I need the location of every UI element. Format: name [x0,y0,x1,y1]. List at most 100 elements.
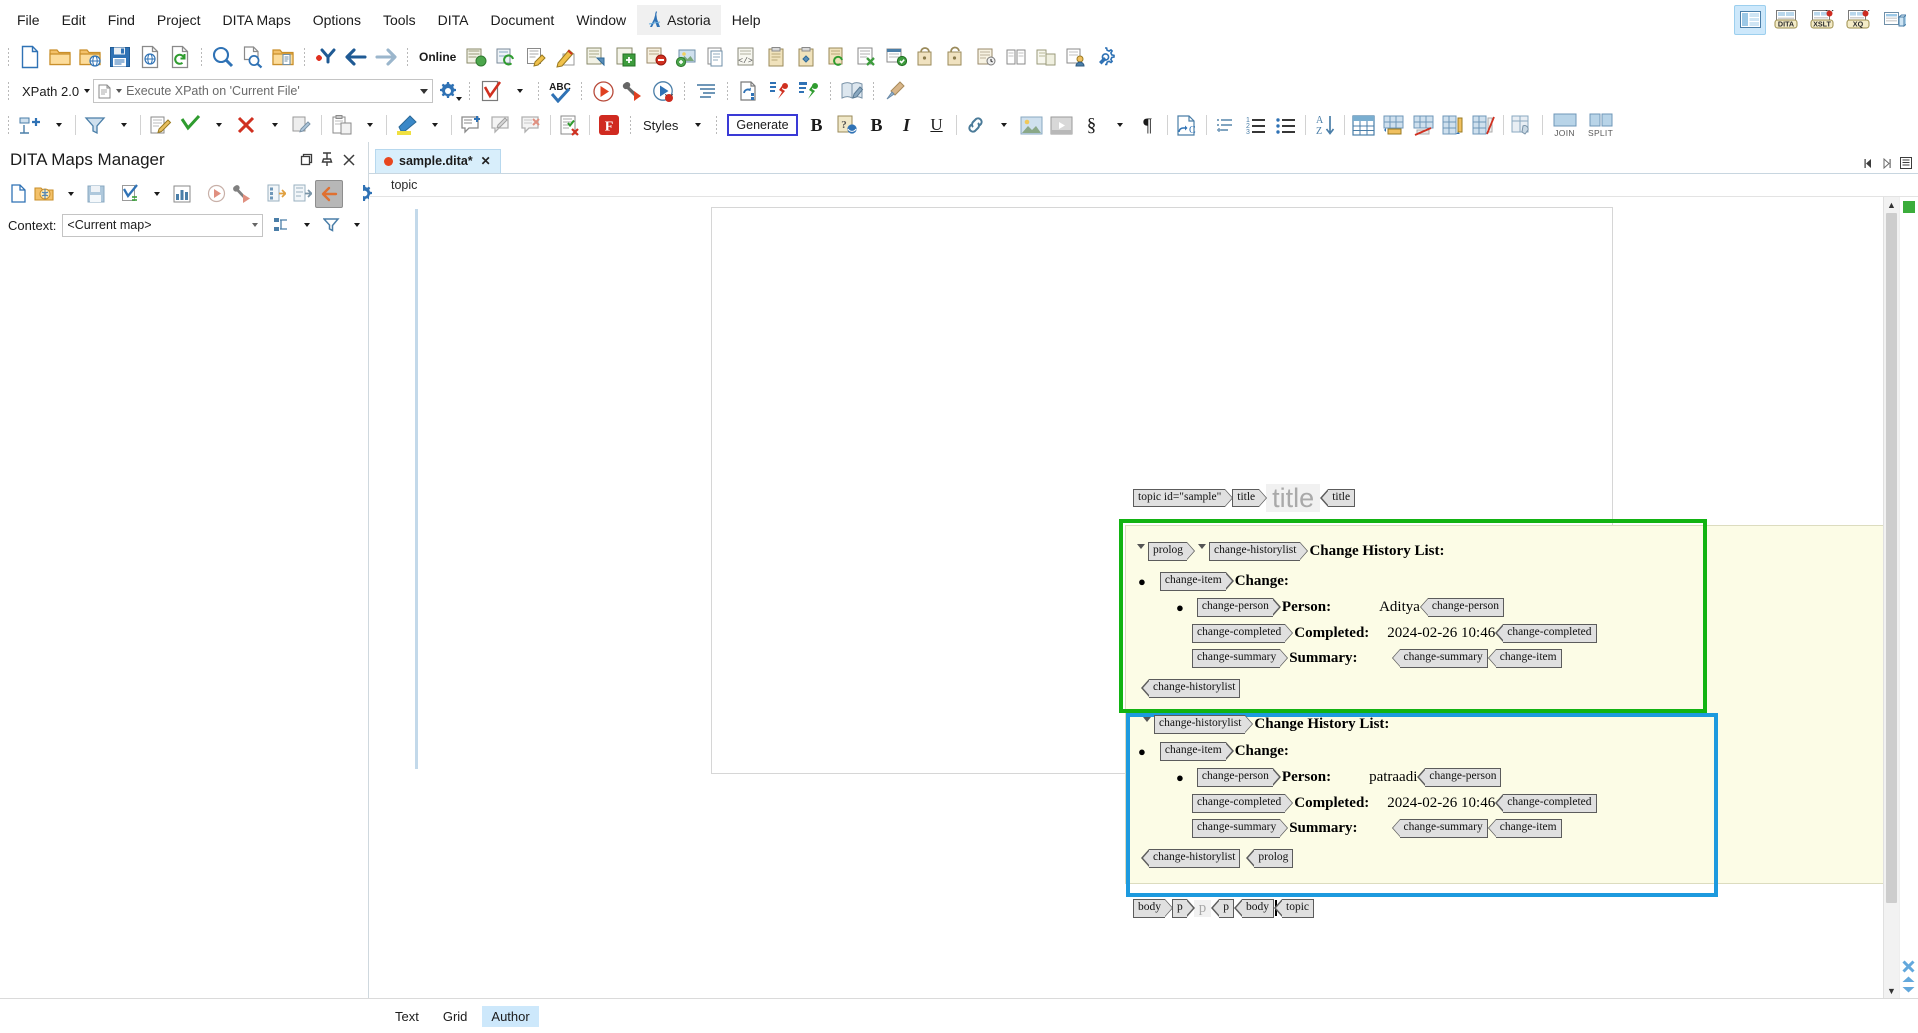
doc-body-line[interactable]: body p p p body topic [1133,899,1314,918]
broom-toolbar-grip[interactable] [870,80,878,102]
add-bookmark-green-icon[interactable] [794,77,824,105]
rail-close-icon[interactable] [1901,959,1916,974]
menu-item-window[interactable]: Window [565,8,637,32]
tag-change-historylist-open[interactable]: change-historylist [1209,542,1309,561]
spell-toolbar-grip[interactable] [535,80,543,102]
blue-completed-line[interactable]: change-completed Completed: 2024-02-26 1… [1192,794,1597,813]
blue-person-line[interactable]: ● change-person Person: patraadi change-… [1176,768,1502,787]
link-icon[interactable] [961,111,991,139]
help-bold-icon[interactable]: ? [832,111,862,139]
refactor-toolbar-grip[interactable] [724,80,732,102]
filter-map-dropdown[interactable] [349,211,363,239]
menu-item-file[interactable]: File [6,8,51,32]
definition-list-icon[interactable] [1211,111,1241,139]
link-dropdown[interactable] [991,111,1017,139]
spell-check-icon[interactable]: ABC [545,77,575,105]
tag-change-item-open[interactable]: change-item [1159,572,1234,591]
tag-change-person-open[interactable]: change-person [1196,768,1281,787]
filter-icon[interactable] [80,111,110,139]
xpath-toolbar-grip[interactable] [5,80,12,102]
filter-map-icon[interactable] [319,214,343,236]
insert-image-icon[interactable] [1017,111,1047,139]
tag-change-item-close[interactable]: change-item [1487,649,1562,668]
configure-transform-icon[interactable] [618,77,648,105]
astoria-settings-icon[interactable] [1091,43,1121,71]
xpath-version-selector[interactable]: XPath 2.0 [15,84,93,99]
strong-icon[interactable]: B [862,111,892,139]
xpath-scope-icon[interactable] [98,84,111,99]
highlight-icon[interactable] [391,111,421,139]
copy-change-icon[interactable] [287,111,317,139]
save-icon[interactable] [105,43,135,71]
tag-p-open[interactable]: p [1172,899,1195,918]
tag-change-historylist-close[interactable]: change-historylist [1140,849,1241,868]
astoria-clipboard-refresh-icon[interactable] [821,43,851,71]
tag-change-completed-close[interactable]: change-completed [1495,624,1597,643]
save-remote-icon[interactable] [135,43,165,71]
breadcrumb-item-topic[interactable]: topic [391,178,417,192]
astoria-clipboard-icon[interactable] [761,43,791,71]
format-toolbar-grip[interactable] [681,80,689,102]
astoria-calendar-icon[interactable] [881,43,911,71]
tag-change-completed-close[interactable]: change-completed [1495,794,1597,813]
section-dropdown[interactable] [1107,111,1133,139]
search-icon[interactable] [208,43,238,71]
toolbar-grip-astoria[interactable] [404,46,411,68]
reject-change-icon[interactable] [231,111,261,139]
new-map-icon[interactable] [5,181,31,207]
close-icon[interactable] [338,149,360,171]
styles-toolbar-grip[interactable] [627,114,634,136]
edit-toolbar-grip[interactable] [466,80,474,102]
tag-body-close[interactable]: body [1234,899,1274,918]
open-url-icon[interactable] [75,43,105,71]
tag-change-summary-open[interactable]: change-summary [1192,649,1289,668]
insert-column-icon[interactable] [1439,111,1469,139]
astoria-branch-icon[interactable] [1031,43,1061,71]
save-map-icon[interactable] [83,181,109,207]
configure-map-icon[interactable] [229,181,255,207]
astoria-checkin-icon[interactable] [491,43,521,71]
underline-icon[interactable]: U [922,111,952,139]
find-in-files-icon[interactable] [238,43,268,71]
paste-special-dropdown[interactable] [356,111,382,139]
tag-prolog-open[interactable]: prolog [1148,542,1196,561]
xpath-settings-icon[interactable] [433,77,463,105]
menu-item-options[interactable]: Options [302,8,372,32]
transform-map-icon[interactable] [203,181,229,207]
green-change-item-line[interactable]: ● change-item Change: [1138,572,1289,591]
astoria-edit-icon[interactable] [521,43,551,71]
sort-az-icon[interactable]: AZ [1310,111,1340,139]
open-map-dropdown[interactable] [57,181,83,207]
astoria-lock-icon[interactable] [911,43,941,71]
scroll-down-icon[interactable]: ▼ [1884,983,1899,998]
astoria-export-icon[interactable] [611,43,641,71]
tag-title-open[interactable]: title [1232,488,1268,508]
tab-list-icon[interactable] [1900,157,1912,169]
next-tab-icon[interactable] [1882,157,1891,169]
rail-next-icon[interactable] [1901,985,1916,994]
edit-comment-icon[interactable] [486,111,516,139]
edit-reference-icon[interactable] [837,77,867,105]
insert-codeblock-icon[interactable]: C [1172,111,1202,139]
astoria-pencil-icon[interactable] [551,43,581,71]
xslt-debugger-icon[interactable]: XSLT [1808,6,1838,34]
highlight-dropdown[interactable] [421,111,447,139]
green-historylist-line[interactable]: prolog change-historylist Change History… [1137,542,1444,561]
tag-change-item-close[interactable]: change-item [1487,819,1562,838]
manage-comments-icon[interactable] [555,111,585,139]
xpath-input[interactable]: Execute XPath on 'Current File' [93,79,434,103]
bold-icon[interactable]: B [802,111,832,139]
validate-map-dropdown[interactable] [143,181,169,207]
blue-change-item-line[interactable]: ● change-item Change: [1138,742,1289,761]
tag-change-summary-close[interactable]: change-summary [1391,649,1488,668]
maximize-icon[interactable] [294,149,316,171]
tag-topic-open[interactable]: topic id="sample" [1133,488,1234,508]
generate-toolbar-grip[interactable] [713,114,721,136]
join-cells-button[interactable]: JOIN [1547,113,1583,138]
new-file-icon[interactable] [15,43,45,71]
tag-change-historylist-close[interactable]: change-historylist [1140,679,1241,698]
database-explorer-icon[interactable] [1880,6,1910,34]
styles-dropdown[interactable]: Styles [637,118,684,133]
track-changes-icon[interactable] [145,111,175,139]
pin-icon[interactable] [316,149,338,171]
